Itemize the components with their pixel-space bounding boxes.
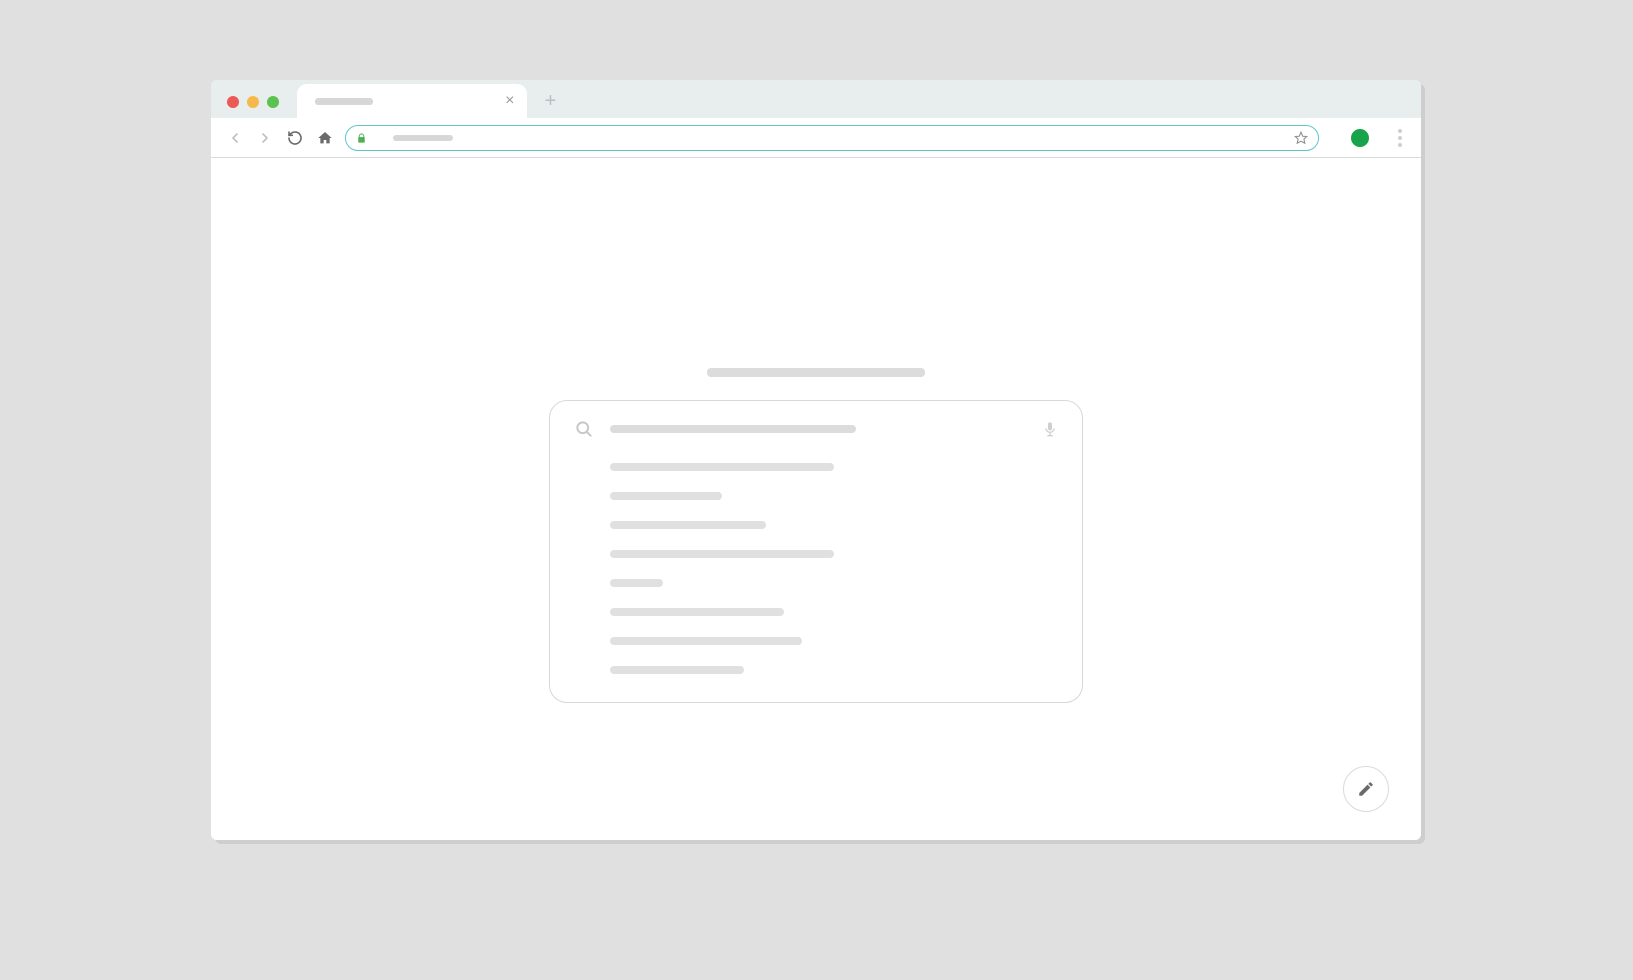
address-bar[interactable] <box>345 125 1319 151</box>
search-suggestion[interactable] <box>610 637 803 645</box>
browser-menu-button[interactable] <box>1393 129 1407 147</box>
home-button[interactable] <box>315 128 335 148</box>
window-maximize-button[interactable] <box>267 96 279 108</box>
search-row <box>574 419 1058 439</box>
pencil-icon <box>1357 780 1375 798</box>
browser-window: × + <box>211 80 1421 840</box>
profile-avatar[interactable] <box>1351 129 1369 147</box>
lock-icon <box>356 132 367 144</box>
tab-title <box>315 98 373 105</box>
back-button[interactable] <box>225 128 245 148</box>
window-controls <box>211 96 279 118</box>
search-suggestions-list <box>574 463 1058 674</box>
browser-toolbar <box>211 118 1421 158</box>
address-input[interactable] <box>393 135 453 141</box>
search-card <box>549 400 1083 703</box>
new-tab-button[interactable]: + <box>537 87 565 115</box>
tab-close-icon[interactable]: × <box>505 93 514 109</box>
search-suggestion[interactable] <box>610 492 722 500</box>
search-suggestion[interactable] <box>610 463 834 471</box>
active-tab[interactable]: × <box>297 84 527 118</box>
customize-fab[interactable] <box>1343 766 1389 812</box>
search-suggestion[interactable] <box>610 550 834 558</box>
search-icon <box>574 419 594 439</box>
window-close-button[interactable] <box>227 96 239 108</box>
reload-button[interactable] <box>285 128 305 148</box>
search-suggestion[interactable] <box>610 666 744 674</box>
search-suggestion[interactable] <box>610 608 785 616</box>
page-content <box>211 158 1421 840</box>
tab-strip: × + <box>211 80 1421 118</box>
page-logo <box>707 368 925 377</box>
search-input[interactable] <box>610 425 856 433</box>
search-suggestion[interactable] <box>610 521 767 529</box>
bookmark-star-icon[interactable] <box>1294 131 1308 145</box>
voice-search-icon[interactable] <box>1042 419 1058 439</box>
window-minimize-button[interactable] <box>247 96 259 108</box>
forward-button[interactable] <box>255 128 275 148</box>
search-suggestion[interactable] <box>610 579 664 587</box>
